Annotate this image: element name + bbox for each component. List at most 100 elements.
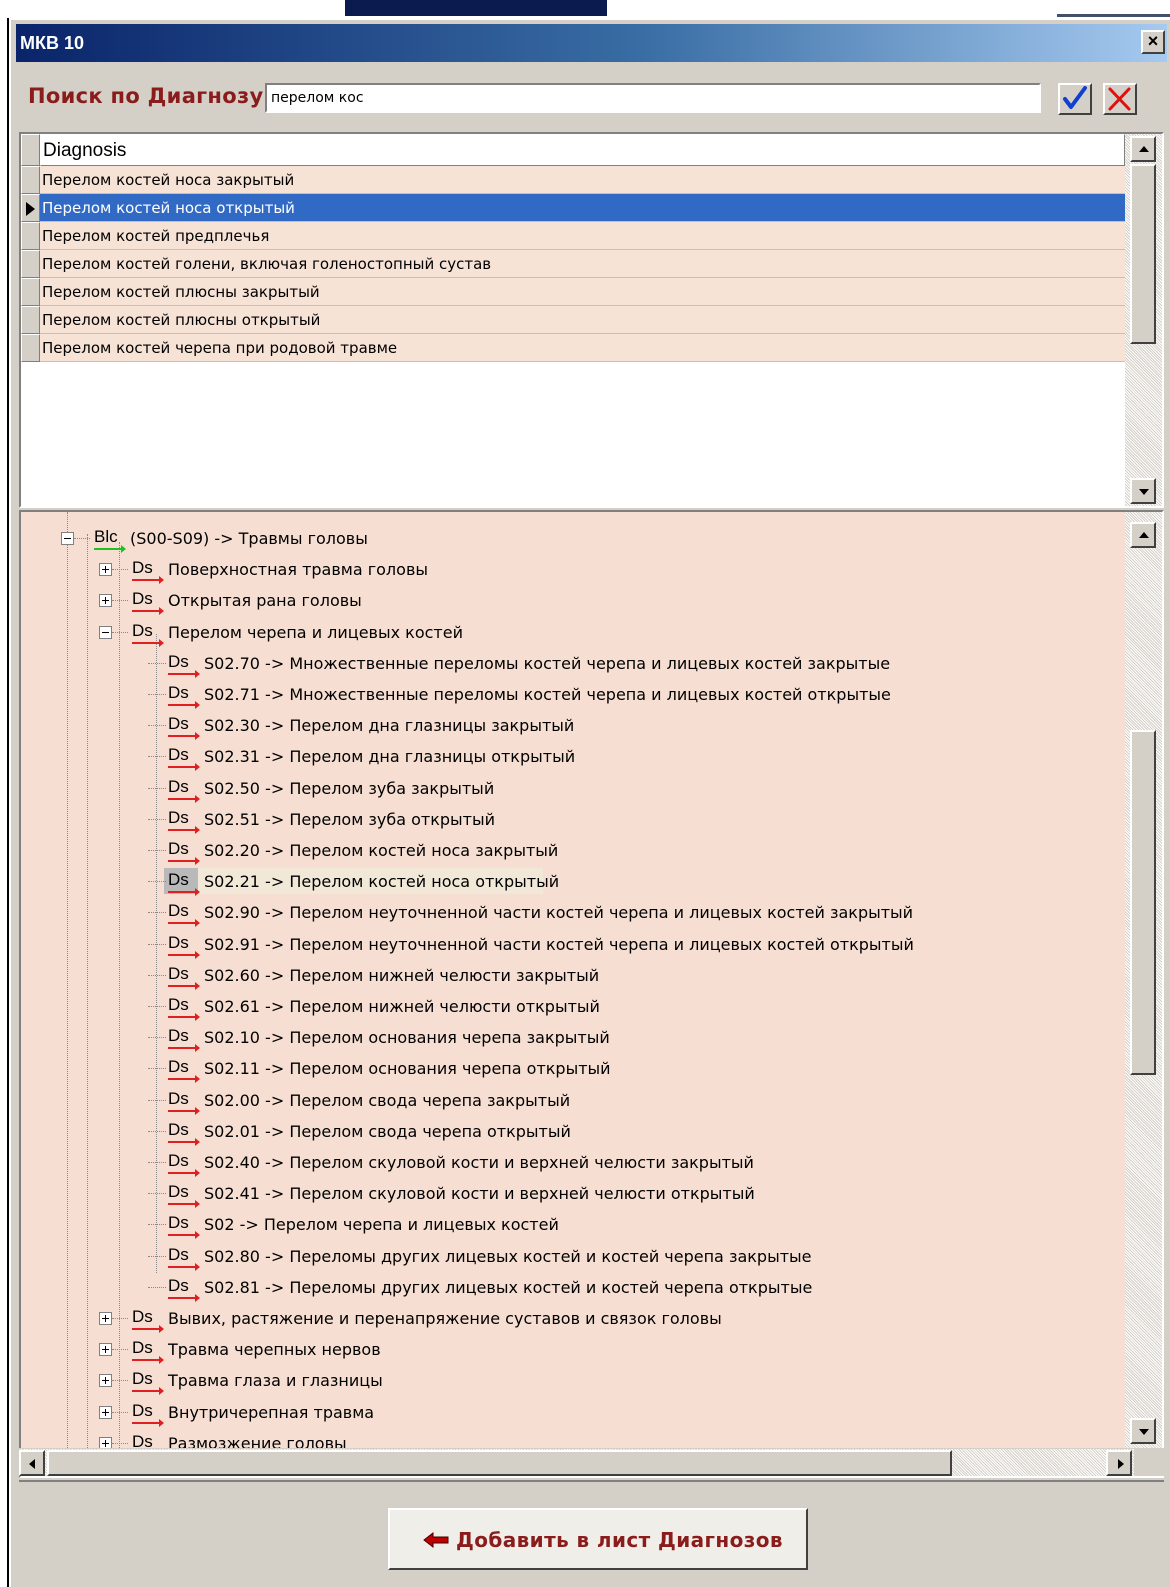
tree-node-diagnosis[interactable]: Ds S02.00 -> Перелом свода черепа закрыты… <box>21 1085 1121 1116</box>
tree-node-diagnosis[interactable]: Ds S02.31 -> Перелом дна глазницы открыты… <box>21 741 1121 772</box>
tree-node-group-expanded[interactable]: Ds Перелом черепа и лицевых костей <box>21 617 1121 648</box>
ok-button[interactable] <box>1058 83 1092 115</box>
expand-icon[interactable] <box>99 1405 112 1419</box>
row-indicator[interactable] <box>21 306 40 334</box>
tag-arrow <box>168 919 200 928</box>
tree-node-diagnosis[interactable]: Ds S02.20 -> Перелом костей носа закрытый <box>21 835 1121 866</box>
tree-node-group[interactable]: Ds Поверхностная травма головы <box>21 554 1121 585</box>
tree-node-diagnosis[interactable]: Ds S02.61 -> Перелом нижней челюсти откры… <box>21 991 1121 1022</box>
tree-hscroll-thumb[interactable] <box>47 1450 952 1476</box>
row-indicator[interactable] <box>21 222 40 250</box>
tree-node-diagnosis[interactable]: Ds S02.01 -> Перелом свода черепа открыты… <box>21 1116 1121 1147</box>
tree-node-group[interactable]: Ds Травма черепных нервов <box>21 1334 1121 1365</box>
table-row[interactable]: Перелом костей голени, включая голеносто… <box>21 250 1125 278</box>
tree-node-label: Открытая рана головы <box>168 591 362 611</box>
diagnosis-cell[interactable]: Перелом костей предплечья <box>40 222 1125 250</box>
row-indicator[interactable] <box>21 334 40 362</box>
tag-text: Ds <box>168 1088 189 1108</box>
table-row[interactable]: Перелом костей предплечья <box>21 222 1125 250</box>
tag-text: Ds <box>168 683 189 702</box>
tree-node-diagnosis[interactable]: Ds S02.30 -> Перелом дна глазницы закрыты… <box>21 710 1121 741</box>
tree-node-diagnosis[interactable]: Ds S02.10 -> Перелом основания черепа зак… <box>21 1022 1121 1053</box>
tree-connector <box>148 1006 166 1007</box>
tree-vertical-scrollbar[interactable] <box>1125 512 1162 1448</box>
collapse-icon[interactable] <box>99 625 112 639</box>
tree-scroll-left-button[interactable] <box>19 1450 45 1476</box>
row-indicator[interactable] <box>21 194 40 222</box>
table-row[interactable]: Перелом костей носа закрытый <box>21 166 1125 194</box>
tag-text: Blc <box>94 527 118 546</box>
tree-scroll-down-button[interactable] <box>1130 1418 1156 1444</box>
tree-node-group[interactable]: Ds Вывих, растяжение и перенапряжение сус… <box>21 1303 1121 1334</box>
tree-node-diagnosis[interactable]: Ds S02.90 -> Перелом неуточненной части к… <box>21 897 1121 928</box>
tree-node-group[interactable]: Ds Внутричерепная травма <box>21 1397 1121 1428</box>
tree-node-group[interactable]: Ds Травма глаза и глазницы <box>21 1365 1121 1396</box>
diagnosis-cell[interactable]: Перелом костей черепа при родовой травме <box>40 334 1125 362</box>
tree-node-label: Травма черепных нервов <box>168 1340 381 1360</box>
collapse-icon[interactable] <box>61 532 74 545</box>
tree-node-diagnosis[interactable]: Ds S02.80 -> Переломы других лицевых кост… <box>21 1241 1121 1272</box>
tree-node-diagnosis[interactable]: Ds S02.71 -> Множественные переломы косте… <box>21 679 1121 710</box>
table-row[interactable]: Перелом костей плюсны открытый <box>21 306 1125 334</box>
icd-tree[interactable]: Blc (S00-S09) -> Травмы головы Ds Поверхнос… <box>19 510 1164 1478</box>
tree-node-diagnosis[interactable]: Ds S02.21 -> Перелом костей носа открытый <box>21 866 1121 897</box>
table-row[interactable]: Перелом костей носа открытый <box>21 194 1125 222</box>
background-bar-2 <box>1057 14 1170 17</box>
tree-node-diagnosis[interactable]: Ds S02.40 -> Перелом скуловой кости и вер… <box>21 1147 1121 1178</box>
diagnosis-cell[interactable]: Перелом костей плюсны открытый <box>40 306 1125 334</box>
expand-icon[interactable] <box>99 1343 112 1357</box>
tree-connector <box>148 943 166 945</box>
tree-node-diagnosis[interactable]: Ds S02 -> Перелом черепа и лицевых костей <box>21 1209 1121 1240</box>
tree-node-diagnosis[interactable]: Ds S02.91 -> Перелом неуточненной части к… <box>21 929 1121 960</box>
column-header-diagnosis[interactable]: Diagnosis <box>40 134 1125 166</box>
tree-node-diagnosis[interactable]: Ds S02.81 -> Переломы других лицевых кост… <box>21 1272 1121 1303</box>
grid-scroll-up-button[interactable] <box>1130 136 1156 162</box>
tree-node-label: S02.10 -> Перелом основания черепа закры… <box>204 1028 610 1048</box>
diagnosis-cell[interactable]: Перелом костей носа открытый <box>40 194 1125 222</box>
diagnosis-tag-icon: Ds <box>168 1275 200 1302</box>
diagnosis-cell[interactable]: Перелом костей плюсны закрытый <box>40 278 1125 306</box>
tag-text: Ds <box>168 870 189 890</box>
row-indicator[interactable] <box>21 250 40 278</box>
tree-node-diagnosis[interactable]: Ds S02.51 -> Перелом зуба открытый <box>21 804 1121 835</box>
search-input[interactable] <box>265 83 1041 113</box>
close-button[interactable]: × <box>1141 30 1165 54</box>
expand-icon[interactable] <box>99 1312 112 1325</box>
diagnosis-cell[interactable]: Перелом костей носа закрытый <box>40 166 1125 194</box>
tree-node-diagnosis[interactable]: Ds S02.70 -> Множественные переломы косте… <box>21 648 1121 679</box>
tree-node-diagnosis[interactable]: Ds S02.60 -> Перелом нижней челюсти закры… <box>21 960 1121 991</box>
tree-node-label: S02.40 -> Перелом скуловой кости и верхн… <box>204 1153 754 1172</box>
tree-scroll-thumb[interactable] <box>1130 730 1156 1075</box>
diagnosis-cell[interactable]: Перелом костей голени, включая голеносто… <box>40 250 1125 278</box>
tree-node-diagnosis[interactable]: Ds S02.50 -> Перелом зуба закрытый <box>21 773 1121 804</box>
cancel-button[interactable] <box>1103 83 1137 115</box>
expand-icon[interactable] <box>99 563 112 577</box>
tree-node-diagnosis[interactable]: Ds S02.11 -> Перелом основания черепа отк… <box>21 1053 1121 1084</box>
tree-node-label: S02.00 -> Перелом свода черепа закрытый <box>204 1090 571 1110</box>
add-to-diagnosis-list-button[interactable]: Добавить в лист Диагнозов <box>388 1508 808 1570</box>
grid-scroll-thumb[interactable] <box>1130 164 1156 344</box>
table-row[interactable]: Перелом костей черепа при родовой травме <box>21 334 1125 362</box>
tree-horizontal-scrollbar[interactable] <box>19 1448 1134 1476</box>
grid-header-indicator <box>21 134 40 166</box>
expand-icon[interactable] <box>99 594 112 608</box>
tag-text: Ds <box>168 1057 189 1077</box>
expand-icon[interactable] <box>99 1374 112 1388</box>
diagnosis-grid[interactable]: Diagnosis Перелом костей носа закрытый Пе… <box>19 132 1164 508</box>
tree-scroll-right-button[interactable] <box>1106 1450 1132 1476</box>
row-indicator[interactable] <box>21 278 40 306</box>
table-row[interactable]: Перелом костей плюсны закрытый <box>21 278 1125 306</box>
tree-scroll-up-button[interactable] <box>1130 522 1156 548</box>
tree-node-label: (S00-S09) -> Травмы головы <box>130 529 368 548</box>
row-indicator[interactable] <box>21 166 40 194</box>
tree-node-diagnosis[interactable]: Ds S02.41 -> Перелом скуловой кости и вер… <box>21 1178 1121 1209</box>
tag-text: Ds <box>168 1275 189 1295</box>
diagnosis-tag-icon: Ds <box>132 621 164 647</box>
tree-node-block[interactable]: Blc (S00-S09) -> Травмы головы <box>21 523 1121 554</box>
grid-scroll-down-button[interactable] <box>1130 478 1156 504</box>
title-bar[interactable]: МКВ 10 × <box>16 24 1167 62</box>
tree-node-label: S02.71 -> Множественные переломы костей … <box>204 685 891 704</box>
tag-text: Ds <box>168 1119 189 1139</box>
grid-vertical-scrollbar[interactable] <box>1125 134 1162 506</box>
tree-node-group[interactable]: Ds Открытая рана головы <box>21 585 1121 616</box>
